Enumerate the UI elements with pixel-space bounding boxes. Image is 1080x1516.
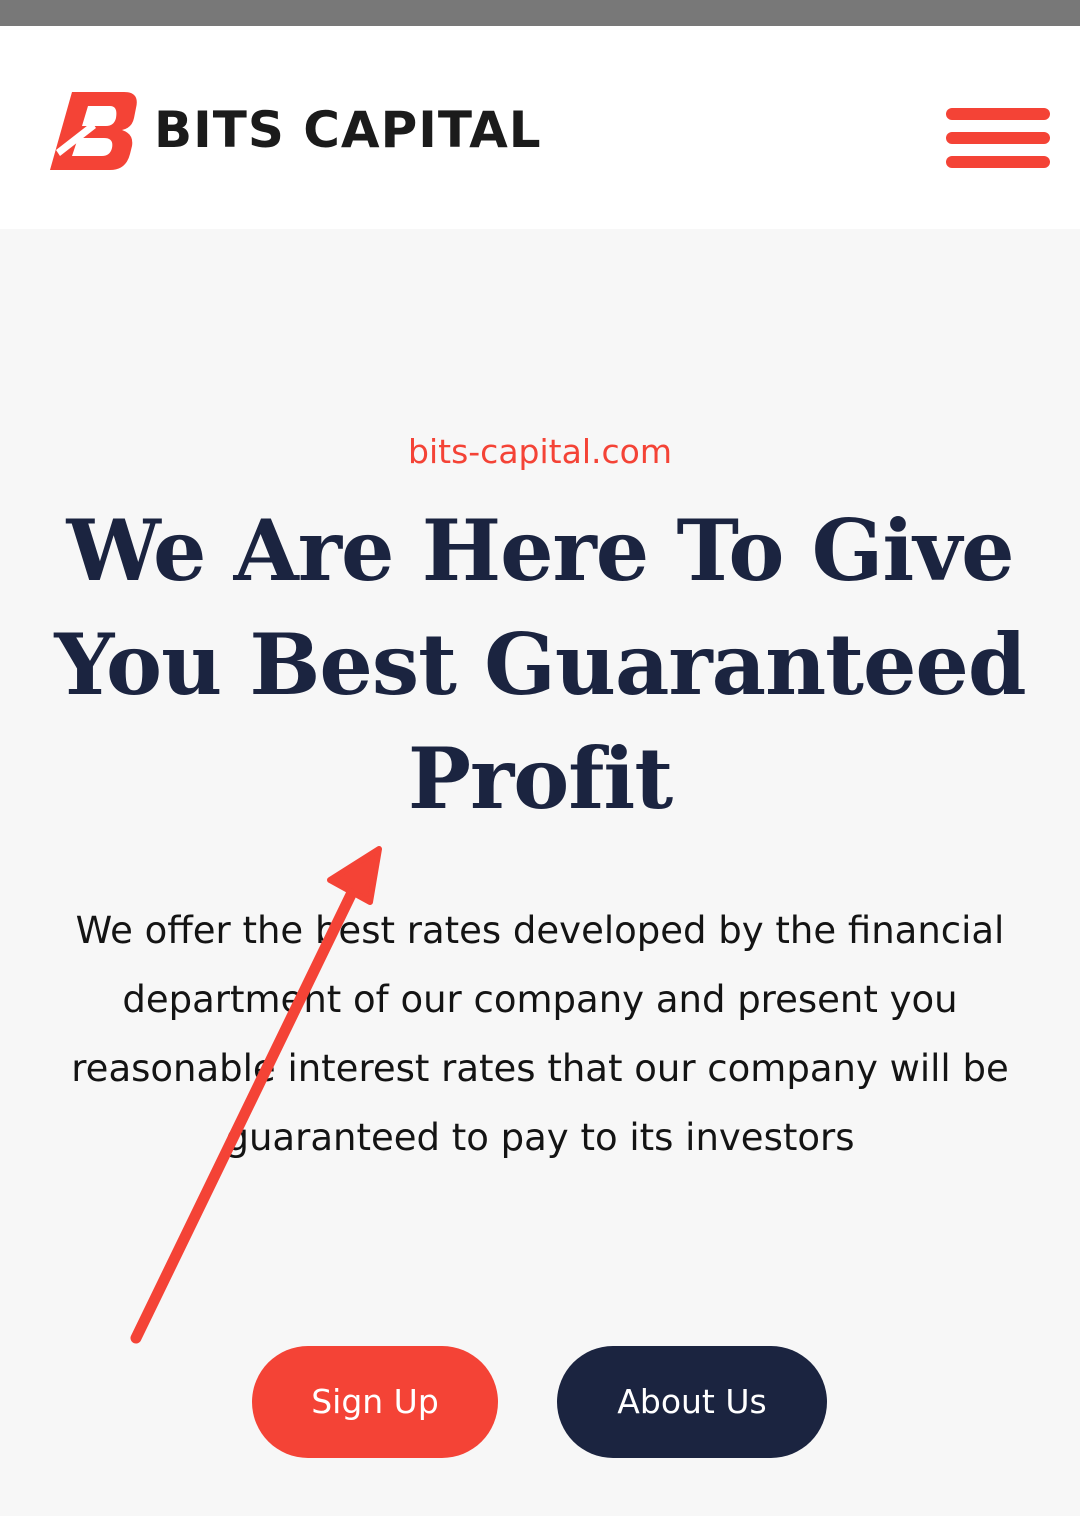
page: BITS CAPITAL bits-capital.com We Are Her… (0, 0, 1080, 1516)
domain-tagline: bits-capital.com (408, 432, 672, 471)
hero-headline: We Are Here To Give You Best Guaranteed … (54, 501, 1026, 828)
brand-logo-link[interactable]: BITS CAPITAL (48, 88, 542, 172)
site-header: BITS CAPITAL (0, 26, 1080, 229)
bits-capital-b-logo-icon (50, 92, 137, 170)
about-us-button[interactable]: About Us (557, 1346, 827, 1458)
sign-up-button[interactable]: Sign Up (252, 1346, 498, 1458)
brand-name: BITS CAPITAL (154, 101, 542, 159)
status-strip (0, 0, 1080, 26)
hero-description: We offer the best rates developed by the… (71, 909, 1009, 1159)
hamburger-menu-icon[interactable] (944, 108, 1052, 172)
